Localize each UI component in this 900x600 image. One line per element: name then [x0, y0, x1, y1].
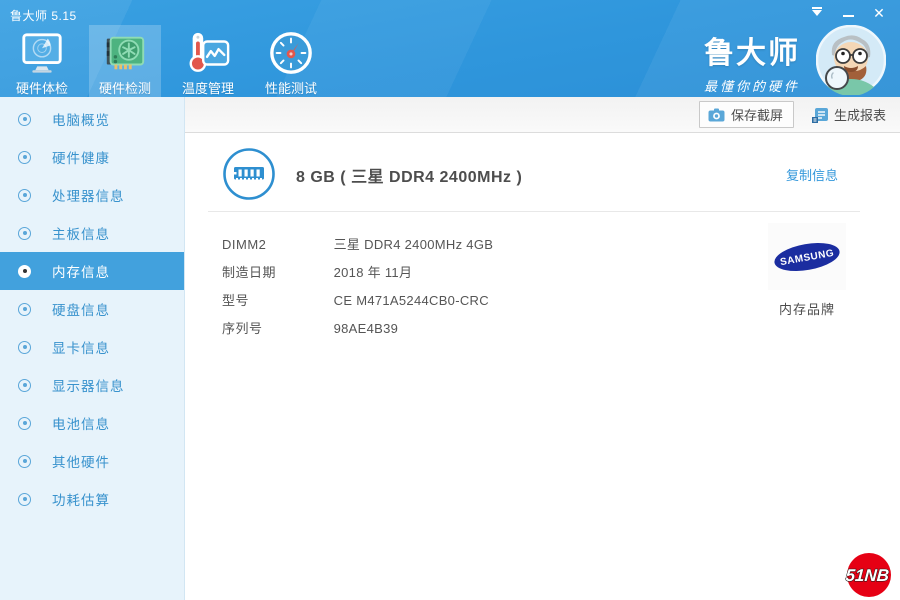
- tab-label: 性能测试: [264, 81, 317, 96]
- radio-icon: [18, 264, 31, 278]
- radio-icon: [18, 340, 31, 354]
- tab-hardware-checkup[interactable]: 硬件体检: [6, 25, 78, 97]
- app-logo: 鲁大师 最懂你的硬件: [704, 28, 800, 95]
- tab-label: 温度管理: [181, 81, 234, 96]
- radio-icon: [18, 188, 31, 202]
- sidebar-item-cpu-info[interactable]: 处理器信息: [0, 176, 184, 214]
- thermometer-chart-icon: [189, 32, 230, 72]
- tab-label: 硬件检测: [98, 81, 151, 96]
- detail-label: 制造日期: [222, 265, 277, 280]
- samsung-logo: SAMSUNG: [774, 242, 840, 271]
- radio-icon: [18, 492, 31, 506]
- close-button[interactable]: ✕: [868, 4, 890, 22]
- detail-row-dimm: DIMM2 三星 DDR4 2400MHz 4GB: [222, 234, 493, 253]
- app-logo-text: 鲁大师: [704, 37, 800, 70]
- tab-performance[interactable]: 性能测试: [255, 25, 327, 97]
- memory-brand-logo: SAMSUNG: [768, 223, 846, 290]
- radio-icon: [18, 378, 31, 392]
- app-slogan: 最懂你的硬件: [703, 80, 800, 95]
- detail-row-manufacture-date: 制造日期 2018 年 11月: [222, 262, 412, 281]
- radio-icon: [18, 416, 31, 430]
- gpu-card-icon: [106, 36, 145, 70]
- generate-report-button[interactable]: 生成报表: [811, 105, 886, 124]
- skin-menu-button[interactable]: [806, 4, 828, 22]
- sidebar-item-battery-info[interactable]: 电池信息: [0, 404, 184, 442]
- main-nav: 硬件体检 硬件检测 温度管理 性能测试: [6, 25, 338, 97]
- divider: [208, 211, 860, 212]
- sidebar-item-computer-overview[interactable]: 电脑概览: [0, 100, 184, 138]
- sidebar-item-disk-info[interactable]: 硬盘信息: [0, 290, 184, 328]
- content-toolbar: 保存截屏 生成报表: [185, 97, 900, 133]
- speedometer-icon: [270, 32, 312, 74]
- sidebar-item-motherboard-info[interactable]: 主板信息: [0, 214, 184, 252]
- copy-info-link[interactable]: 复制信息: [786, 165, 838, 184]
- skin-menu-icon: [812, 6, 822, 9]
- minimize-button[interactable]: [837, 4, 859, 22]
- window-controls: ✕: [806, 4, 890, 22]
- generate-report-label: 生成报表: [833, 108, 886, 123]
- memory-summary: 8 GB ( 三星 DDR4 2400MHz ): [296, 169, 523, 186]
- detail-label: 型号: [222, 293, 250, 308]
- radio-icon: [18, 454, 31, 468]
- title-bar: 鲁大师 5.15 ✕ 硬件体检 硬件检测 温度管理 性能测试 鲁大师 最懂你的硬…: [0, 0, 900, 97]
- save-screenshot-label: 保存截屏: [730, 108, 783, 123]
- sidebar: 电脑概览 硬件健康 处理器信息 主板信息 内存信息 硬盘信息 显卡信息 显示器信…: [0, 97, 185, 600]
- sidebar-item-power-estimate[interactable]: 功耗估算: [0, 480, 184, 518]
- sidebar-item-other-hardware[interactable]: 其他硬件: [0, 442, 184, 480]
- 51nb-watermark: 51NB: [845, 553, 891, 597]
- detail-value: 三星 DDR4 2400MHz 4GB: [333, 237, 494, 252]
- detail-label: 序列号: [222, 321, 263, 336]
- radio-icon: [18, 226, 31, 240]
- sidebar-item-monitor-info[interactable]: 显示器信息: [0, 366, 184, 404]
- tab-label: 硬件体检: [15, 81, 68, 96]
- detail-value: 2018 年 11月: [333, 265, 413, 280]
- radio-icon: [18, 150, 31, 164]
- tab-temperature[interactable]: 温度管理: [172, 25, 244, 97]
- sidebar-item-hardware-health[interactable]: 硬件健康: [0, 138, 184, 176]
- detail-row-serial: 序列号 98AE4B39: [222, 318, 398, 337]
- radio-icon: [18, 112, 31, 126]
- memory-info-panel: 8 GB ( 三星 DDR4 2400MHz ) 复制信息 DIMM2 三星 D…: [186, 133, 900, 600]
- monitor-radar-icon: [22, 33, 62, 73]
- window-title: 鲁大师 5.15: [10, 9, 77, 23]
- memory-brand-caption: 内存品牌: [778, 302, 835, 317]
- sidebar-item-memory-info[interactable]: 内存信息: [0, 252, 184, 290]
- save-screenshot-button[interactable]: 保存截屏: [698, 101, 794, 128]
- chevron-down-icon: [812, 10, 822, 16]
- detail-value: CE M471A5244CB0-CRC: [333, 293, 489, 308]
- svg-text:51NB: 51NB: [845, 566, 890, 585]
- detail-value: 98AE4B39: [333, 321, 399, 336]
- mascot-avatar: [816, 25, 886, 95]
- report-icon: [811, 107, 828, 123]
- ram-icon: [223, 148, 275, 200]
- radio-icon: [18, 302, 31, 316]
- minimize-icon: [842, 15, 854, 17]
- detail-row-model: 型号 CE M471A5244CB0-CRC: [222, 290, 489, 309]
- sidebar-item-gpu-info[interactable]: 显卡信息: [0, 328, 184, 366]
- tab-hardware-detection[interactable]: 硬件检测: [89, 25, 161, 97]
- camera-icon: [708, 108, 725, 121]
- detail-label: DIMM2: [222, 237, 267, 252]
